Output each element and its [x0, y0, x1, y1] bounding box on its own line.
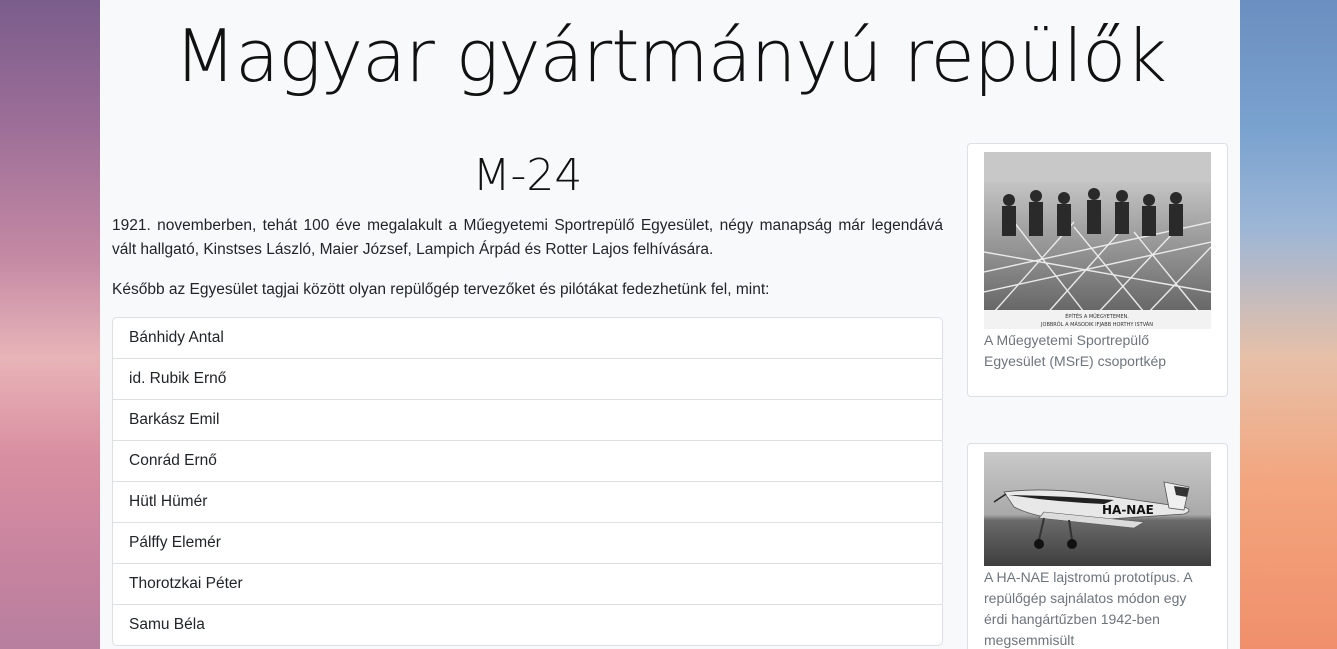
- photo-inscription-line2: JOBBRÓL A MÁSODIK IFJABB HORTHY ISTVÁN: [1040, 321, 1153, 328]
- list-item: Samu Béla: [129, 616, 205, 633]
- main-content: M-24 1921. novemberben, tehát 100 éve me…: [112, 140, 943, 649]
- photo-inscription: ÉPÍTÉS A MŰEGYETEMEN.: [1065, 312, 1129, 320]
- page-title: Magyar gyártmányú repülők: [174, 14, 1167, 98]
- intro-paragraph: 1921. novemberben, tehát 100 éve megalak…: [112, 217, 943, 258]
- people-list: Bánhidy Antal id. Rubik Ernő Barkász Emi…: [112, 317, 943, 646]
- plane-photo-image: HA-NAE: [984, 452, 1211, 566]
- list-item: Hütl Hümér: [113, 482, 942, 523]
- section-title: M-24: [472, 150, 583, 201]
- page-container: Magyar gyártmányú repülők M-24 1921. nov…: [100, 0, 1240, 649]
- plane-registration-text: HA-NAE: [1102, 503, 1154, 517]
- plane-photo-card: HA-NAE A HA-NAE lajstromú prototípus. A …: [967, 443, 1228, 649]
- group-photo-caption: A Műegyetemi Sportrepülő Egyesület (MSrE…: [984, 332, 1167, 369]
- group-photo-card: ÉPÍTÉS A MŰEGYETEMEN. JOBBRÓL A MÁSODIK …: [967, 143, 1228, 397]
- members-intro-paragraph: Később az Egyesület tagjai között olyan …: [112, 281, 770, 298]
- list-item: Barkász Emil: [113, 400, 942, 441]
- list-item: Bánhidy Antal: [113, 318, 942, 359]
- background-right: [1240, 0, 1337, 649]
- group-photo-image: ÉPÍTÉS A MŰEGYETEMEN. JOBBRÓL A MÁSODIK …: [984, 152, 1211, 329]
- list-item: Conrád Ernő: [113, 441, 942, 482]
- plane-photo-caption: A HA-NAE lajstromú prototípus. A repülőg…: [984, 569, 1192, 648]
- background-left: [0, 0, 100, 649]
- list-item: id. Rubik Ernő: [113, 359, 942, 400]
- list-item: Pálffy Elemér: [113, 523, 942, 564]
- list-item: Thorotzkai Péter: [113, 564, 942, 605]
